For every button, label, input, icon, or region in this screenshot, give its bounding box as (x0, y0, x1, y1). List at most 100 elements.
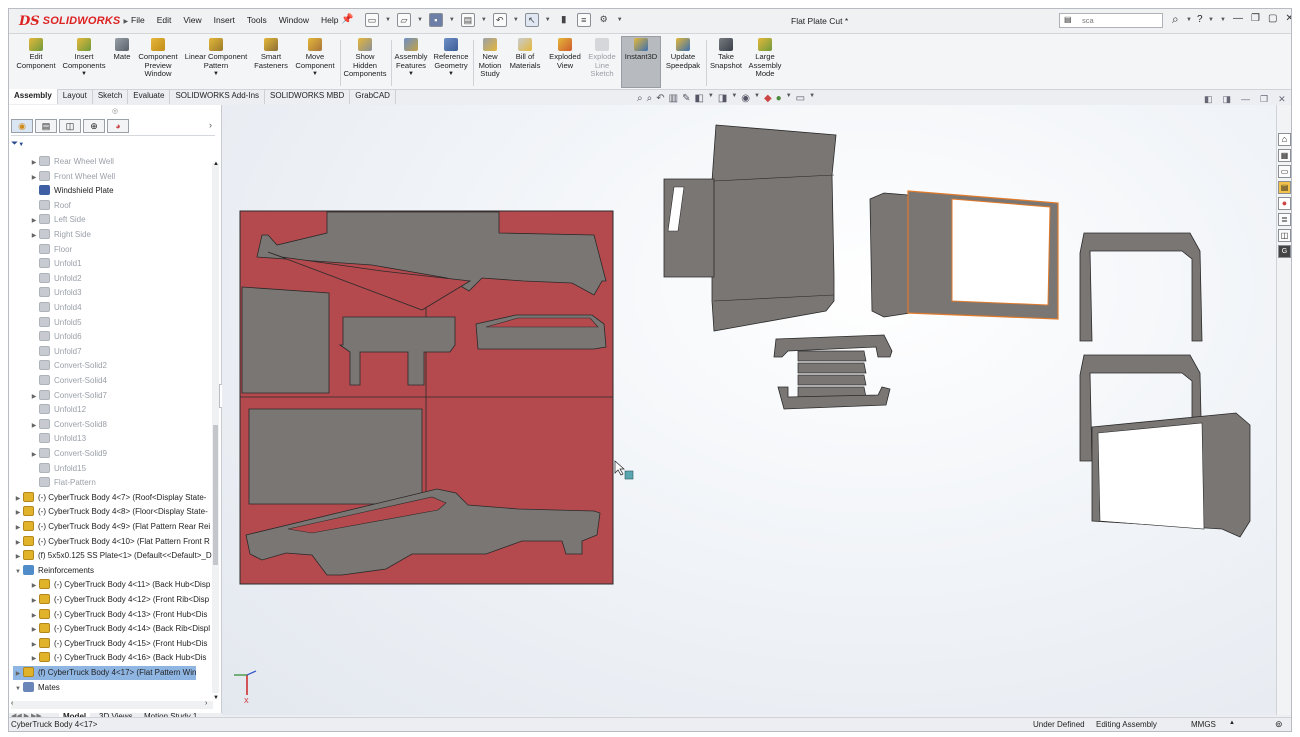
tree-horizontal-scrollbar[interactable]: ‹ › (11, 700, 213, 709)
restore-icon[interactable]: ❐ (1260, 94, 1268, 105)
configuration-manager-tab-icon[interactable]: ◫ (59, 119, 81, 133)
chevron-right-icon[interactable]: ▶ (13, 492, 23, 506)
tooltip-icon[interactable]: ⊚ (1275, 719, 1283, 730)
assembly-features-button[interactable]: Assembly Features ▼ (393, 38, 429, 79)
tree-item[interactable]: ▶ (-) CyberTruck Body 4<8> (Floor<Display… (13, 505, 208, 519)
restore-icon[interactable]: ❐ (1251, 13, 1260, 24)
chevron-up-icon[interactable]: ▲ (1229, 720, 1235, 726)
tree-item[interactable]: Roof (29, 199, 71, 213)
close-icon[interactable]: ✕ (1285, 13, 1291, 24)
chevron-down-icon[interactable]: ▼ (13, 565, 23, 579)
chevron-right-icon[interactable]: › (209, 120, 212, 130)
tree-item[interactable]: Unfold6 (29, 330, 82, 344)
chevron-down-icon[interactable]: ▼ (617, 17, 623, 23)
chevron-right-icon[interactable]: ▶ (29, 390, 39, 404)
exploded-back-door-part[interactable] (1091, 412, 1251, 538)
tile-left-icon[interactable]: ◧ (1204, 94, 1213, 105)
tree-item[interactable]: Unfold7 (29, 345, 82, 359)
tree-item[interactable]: ▶ (-) CyberTruck Body 4<13> (Front Hub<Di… (29, 608, 207, 622)
chevron-down-icon[interactable]: ▼ (754, 93, 760, 104)
tree-item[interactable]: Unfold4 (29, 301, 82, 315)
chevron-right-icon[interactable]: ▶ (29, 448, 39, 462)
tree-item[interactable]: Unfold1 (29, 257, 82, 271)
tab-assembly[interactable]: Assembly (9, 89, 58, 104)
solidworks-logo[interactable]: DS SOLIDWORKS ▶ (19, 12, 128, 30)
chevron-right-icon[interactable]: ▶ (29, 171, 39, 185)
mate-button[interactable]: Mate (109, 38, 135, 62)
chevron-right-icon[interactable]: ▶ (29, 652, 39, 666)
appearances-icon[interactable]: ● (1278, 197, 1291, 210)
chevron-right-icon[interactable]: ▶ (29, 156, 39, 170)
tree-item[interactable]: ▶ Front Wheel Well (29, 170, 115, 184)
options-gear-icon[interactable]: ⚙ (597, 13, 611, 27)
tree-item[interactable]: Unfold15 (29, 462, 86, 476)
tree-item[interactable]: Convert-Solid2 (29, 359, 107, 373)
menu-file[interactable]: File (131, 15, 145, 25)
dimxpert-tab-icon[interactable]: ⊕ (83, 119, 105, 133)
help-icon[interactable]: ? (1197, 14, 1203, 25)
select-arrow-icon[interactable]: ↖ (524, 13, 539, 27)
display-manager-tab-icon[interactable]: ◕ (107, 119, 129, 133)
search-icon[interactable]: ⌕ (1172, 12, 1179, 27)
exploded-view-button[interactable]: Exploded View (547, 38, 583, 70)
file-properties-icon[interactable]: ≡ (576, 13, 591, 27)
chevron-down-icon[interactable]: ▼ (1220, 17, 1226, 23)
dynamic-annotation-icon[interactable]: ✎ (682, 93, 690, 104)
edit-component-button[interactable]: Edit Component (13, 38, 59, 70)
chevron-right-icon[interactable]: ▶ (29, 214, 39, 228)
zoom-to-area-icon[interactable]: ⌕ (647, 93, 653, 104)
search-type-icon[interactable]: ▤ (1064, 15, 1072, 24)
tree-item[interactable]: Unfold12 (29, 403, 86, 417)
tree-item[interactable]: Unfold13 (29, 432, 86, 446)
new-motion-study-button[interactable]: New Motion Study (475, 38, 505, 79)
menu-edit[interactable]: Edit (157, 15, 172, 25)
zoom-to-fit-icon[interactable]: ⌕ (637, 93, 643, 104)
filter-icon[interactable]: ⏷▼ (11, 138, 24, 149)
save-icon[interactable]: ▪ (428, 13, 443, 27)
scroll-down-icon[interactable]: ▼ (213, 695, 219, 701)
tab-grabcad[interactable]: GrabCAD (350, 89, 396, 104)
apply-scene-icon[interactable]: ● (776, 93, 782, 104)
selection-handle[interactable] (624, 470, 634, 480)
tab-addins[interactable]: SOLIDWORKS Add-Ins (170, 89, 266, 104)
show-hidden-components-button[interactable]: Show Hidden Components (342, 38, 388, 79)
tree-item[interactable]: ▶ (-) CyberTruck Body 4<11> (Back Hub<Dis… (29, 578, 210, 592)
take-snapshot-button[interactable]: Take Snapshot (708, 38, 744, 70)
tree-item[interactable]: ▶ Right Side (29, 228, 91, 242)
tree-item[interactable]: ▶ Convert-Solid7 (29, 389, 107, 403)
menu-window[interactable]: Window (279, 15, 309, 25)
tree-item[interactable]: Windshield Plate (29, 184, 114, 198)
undo-icon[interactable]: ↶ (492, 13, 507, 27)
tree-item[interactable]: ▶ Convert-Solid8 (29, 418, 107, 432)
tree-item[interactable]: ▶ (-) CyberTruck Body 4<7> (Roof<Display … (13, 491, 206, 505)
chevron-right-icon[interactable]: ▶ (13, 506, 23, 520)
tree-item[interactable]: Unfold3 (29, 286, 82, 300)
chevron-right-icon[interactable]: ▶ (13, 667, 23, 681)
scroll-up-icon[interactable]: ▲ (213, 161, 219, 167)
design-library-icon[interactable]: ▦ (1278, 149, 1291, 162)
exploded-roof-part[interactable] (663, 124, 837, 332)
section-view-icon[interactable]: ▥ (669, 93, 678, 104)
linear-component-pattern-button[interactable]: Linear Component Pattern ▼ (183, 38, 249, 79)
tree-item[interactable]: Floor (29, 243, 72, 257)
chevron-right-icon[interactable]: ▶ (29, 579, 39, 593)
chevron-down-icon[interactable]: ▼ (708, 93, 714, 104)
previous-view-icon[interactable]: ↶ (656, 93, 664, 104)
tree-item[interactable]: ▶ Left Side (29, 213, 86, 227)
rebuild-icon[interactable]: ▮ (557, 13, 571, 27)
minimize-icon[interactable]: — (1241, 94, 1250, 105)
tree-item[interactable]: ▼ Mates (13, 681, 60, 695)
custom-properties-icon[interactable]: ≣ (1278, 213, 1291, 226)
tree-item[interactable]: ▶ Convert-Solid9 (29, 447, 107, 461)
new-document-icon[interactable]: ▭ (365, 13, 379, 27)
move-component-button[interactable]: Move Component ▼ (293, 38, 337, 79)
instant3d-button[interactable]: Instant3D (622, 38, 660, 62)
tree-item[interactable]: ▶ (-) CyberTruck Body 4<14> (Back Rib<Dis… (29, 622, 210, 636)
panel-collapse-icon[interactable]: ◎ (112, 107, 118, 115)
exploded-reinforcement-stack[interactable] (773, 334, 893, 410)
maximize-icon[interactable]: ▢ (1268, 13, 1277, 24)
explode-line-sketch-button[interactable]: Explode Line Sketch (584, 38, 620, 79)
minimize-icon[interactable]: — (1233, 13, 1243, 24)
chevron-down-icon[interactable]: ▼ (786, 93, 792, 104)
graphics-area[interactable]: X (222, 105, 1276, 715)
